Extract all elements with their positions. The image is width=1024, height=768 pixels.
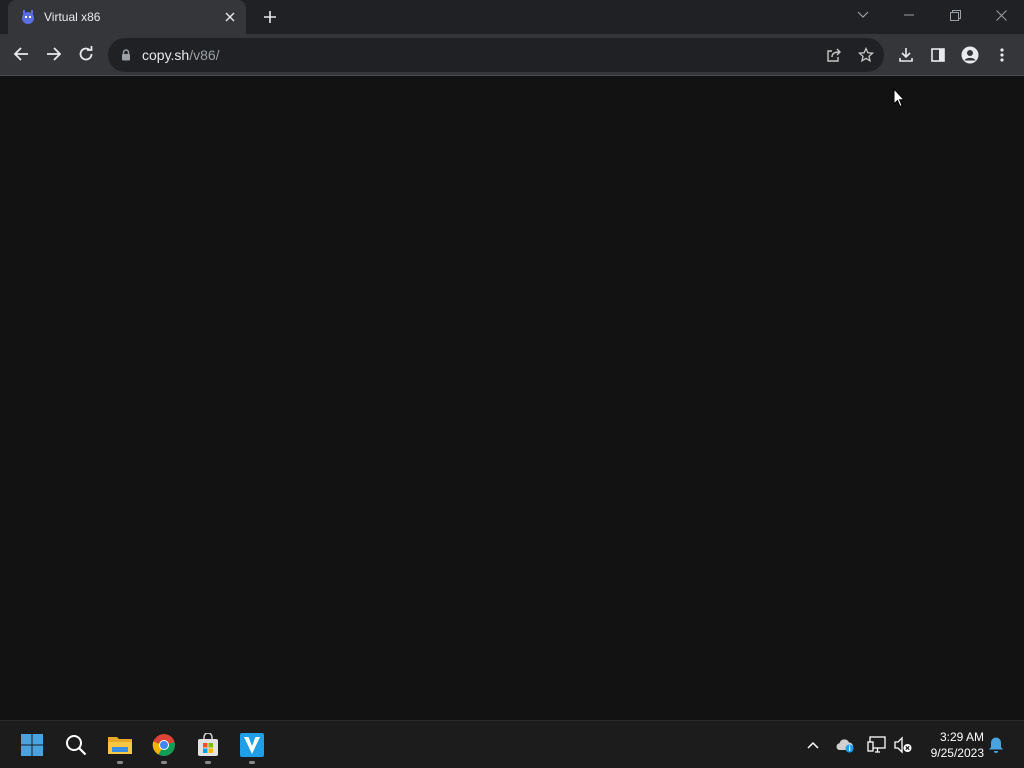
clock[interactable]: 3:29 AM 9/25/2023 — [918, 729, 984, 761]
minimize-icon[interactable] — [886, 0, 932, 30]
clock-time: 3:29 AM — [939, 730, 984, 744]
clock-date: 9/25/2023 — [930, 746, 984, 760]
windows-taskbar: 3:29 AM 9/25/2023 — [0, 720, 1024, 768]
side-panel-icon[interactable] — [924, 41, 952, 69]
notification-bell-icon[interactable] — [984, 733, 1008, 757]
search-icon[interactable] — [56, 725, 96, 765]
url-host: copy.sh — [142, 47, 190, 63]
windows-start-icon[interactable] — [12, 725, 52, 765]
onedrive-icon[interactable] — [833, 733, 857, 757]
browser-titlebar: Virtual x86 — [0, 0, 1024, 34]
chrome-icon[interactable] — [144, 725, 184, 765]
file-explorer-icon[interactable] — [100, 725, 140, 765]
volume-muted-icon[interactable] — [891, 733, 915, 757]
star-icon[interactable] — [854, 43, 878, 67]
tab-title: Virtual x86 — [44, 10, 101, 24]
running-indicator — [205, 761, 211, 764]
url-path: /v86/ — [189, 47, 220, 63]
reload-icon[interactable] — [71, 39, 101, 69]
tab-virtual-x86[interactable]: Virtual x86 — [8, 0, 246, 34]
v86-favicon-icon — [20, 9, 36, 25]
browser-toolbar: copy.sh/v86/ — [0, 34, 1024, 76]
url-text: copy.sh/v86/ — [142, 47, 220, 63]
close-icon[interactable] — [978, 0, 1024, 30]
profile-icon[interactable] — [956, 41, 984, 69]
v-app-icon[interactable] — [232, 725, 272, 765]
network-icon[interactable] — [865, 733, 889, 757]
kebab-menu-icon[interactable] — [988, 41, 1016, 69]
address-bar[interactable]: copy.sh/v86/ — [108, 38, 884, 72]
page-viewport[interactable] — [0, 77, 1024, 720]
chevron-up-icon[interactable] — [801, 733, 825, 757]
tab-close-icon[interactable] — [220, 7, 240, 27]
restore-icon[interactable] — [932, 0, 978, 30]
arrow-left-icon[interactable] — [6, 39, 36, 69]
running-indicator — [161, 761, 167, 764]
plus-icon[interactable] — [258, 5, 282, 29]
running-indicator — [249, 761, 255, 764]
microsoft-store-icon[interactable] — [188, 725, 228, 765]
mouse-cursor-icon — [893, 87, 906, 113]
share-icon[interactable] — [822, 43, 846, 67]
arrow-right-icon[interactable] — [39, 39, 69, 69]
lock-icon[interactable] — [118, 47, 134, 63]
tab-search-icon[interactable] — [840, 0, 886, 30]
download-icon[interactable] — [892, 41, 920, 69]
running-indicator — [117, 761, 123, 764]
